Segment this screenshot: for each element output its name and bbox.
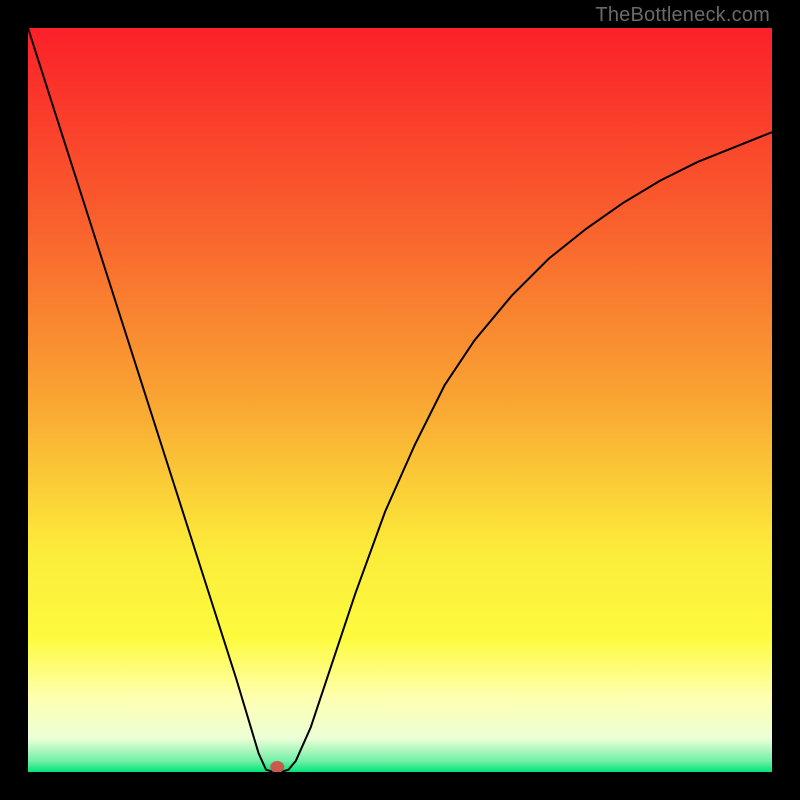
curve-line	[28, 28, 772, 772]
bottleneck-curve	[28, 28, 772, 772]
vertex-dot	[270, 761, 284, 772]
plot-area	[28, 28, 772, 772]
watermark-text: TheBottleneck.com	[595, 4, 770, 27]
chart-canvas: TheBottleneck.com	[0, 0, 800, 800]
